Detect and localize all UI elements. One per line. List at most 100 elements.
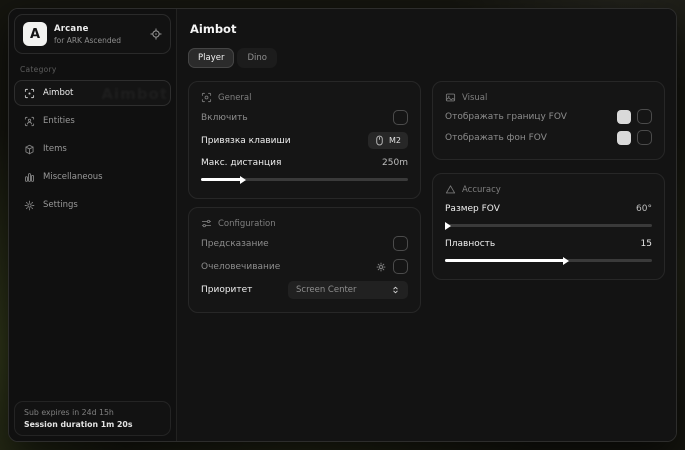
gear-icon (24, 200, 35, 211)
smoothness-label: Плавность (445, 239, 495, 249)
fov-border-label: Отображать границу FOV (445, 112, 567, 122)
humanize-label: Очеловечивание (201, 262, 280, 272)
app-logo: A (23, 22, 47, 46)
slider-thumb[interactable] (240, 176, 246, 184)
fov-bg-color-swatch[interactable] (617, 131, 631, 145)
enable-label: Включить (201, 113, 248, 123)
fov-size-slider[interactable] (445, 220, 652, 230)
sub-expires-text: Sub expires in 24d 15h (24, 408, 161, 417)
sidebar-spacer (14, 218, 171, 401)
general-card: General Включить Привязка клавиши (188, 81, 421, 199)
sidebar-item-label: Miscellaneous (43, 172, 103, 182)
sidebar-item-entities[interactable]: Entities (14, 108, 171, 134)
sidebar-item-label: Settings (43, 200, 78, 210)
distance-value: 250m (382, 158, 408, 168)
fov-bg-checkbox[interactable] (637, 130, 652, 145)
sidebar-item-miscellaneous[interactable]: Miscellaneous (14, 164, 171, 190)
sidebar: A Arcane for ARK Ascended Category (9, 9, 177, 441)
fov-border-checkbox[interactable] (637, 109, 652, 124)
slider-track (445, 224, 652, 227)
sidebar-item-aimbot[interactable]: Aimbot Aimbot (14, 80, 171, 106)
subscription-info: Sub expires in 24d 15h Session duration … (14, 401, 171, 436)
configuration-card: Configuration Предсказание Очеловечивани… (188, 207, 421, 313)
keybind-value: M2 (389, 136, 401, 145)
configuration-title: Configuration (218, 219, 276, 229)
settings-columns: General Включить Привязка клавиши (188, 81, 665, 313)
image-icon (445, 92, 456, 103)
visual-card: Visual Отображать границу FOV Отображать… (432, 81, 665, 160)
tab-bar: Player Dino (188, 48, 665, 68)
brand-text: Arcane for ARK Ascended (54, 24, 121, 45)
target-icon[interactable] (150, 28, 162, 40)
columns-icon (24, 172, 35, 183)
visual-title: Visual (462, 93, 487, 103)
enable-checkbox[interactable] (393, 110, 408, 125)
left-column: General Включить Привязка клавиши (188, 81, 421, 313)
fov-border-color-swatch[interactable] (617, 110, 631, 124)
general-title: General (218, 93, 252, 103)
fov-size-label: Размер FOV (445, 204, 500, 214)
cheat-window: A Arcane for ARK Ascended Category (8, 8, 677, 442)
smoothness-row: Плавность 15 (445, 233, 652, 254)
keybind-label: Привязка клавиши (201, 136, 291, 146)
focus-icon (201, 92, 212, 103)
priority-label: Приоритет (201, 285, 252, 295)
page-title: Aimbot (190, 22, 665, 36)
priority-dropdown[interactable]: Screen Center (288, 281, 408, 299)
configuration-header: Configuration (201, 218, 408, 229)
keybind-button[interactable]: M2 (368, 132, 408, 149)
prediction-label: Предсказание (201, 239, 269, 249)
humanize-gear-icon[interactable] (376, 262, 386, 272)
humanize-row: Очеловечивание (201, 255, 408, 278)
category-label: Category (14, 54, 171, 80)
general-header: General (201, 92, 408, 103)
smoothness-slider[interactable] (445, 255, 652, 265)
brand-card: A Arcane for ARK Ascended (14, 14, 171, 54)
session-duration-text: Session duration 1m 20s (24, 420, 161, 429)
sidebar-item-label: Items (43, 144, 67, 154)
chevron-updown-icon (391, 285, 400, 295)
fov-bg-label: Отображать фон FOV (445, 133, 547, 143)
tab-dino[interactable]: Dino (237, 48, 277, 68)
fov-border-row: Отображать границу FOV (445, 106, 652, 127)
accuracy-header: Accuracy (445, 184, 652, 195)
app-subtitle: for ARK Ascended (54, 36, 121, 45)
slider-thumb[interactable] (445, 222, 451, 230)
fov-bg-controls (617, 130, 652, 145)
main-content: Aimbot Player Dino (177, 9, 677, 441)
visual-header: Visual (445, 92, 652, 103)
fov-border-controls (617, 109, 652, 124)
distance-slider[interactable] (201, 174, 408, 184)
package-icon (24, 144, 35, 155)
right-column: Visual Отображать границу FOV Отображать… (432, 81, 665, 280)
distance-label: Макс. дистанция (201, 158, 281, 168)
sidebar-nav: Aimbot Aimbot Entities (14, 80, 171, 218)
game-background: A Arcane for ARK Ascended Category (0, 0, 685, 450)
sidebar-item-items[interactable]: Items (14, 136, 171, 162)
enable-row: Включить (201, 106, 408, 129)
sidebar-item-settings[interactable]: Settings (14, 192, 171, 218)
distance-row: Макс. дистанция 250m (201, 152, 408, 173)
accuracy-title: Accuracy (462, 185, 501, 195)
triangle-icon (445, 184, 456, 195)
keybind-row: Привязка клавиши M2 (201, 129, 408, 152)
slider-fill (445, 259, 565, 262)
mouse-icon (375, 135, 384, 146)
humanize-checkbox[interactable] (393, 259, 408, 274)
sidebar-item-label: Aimbot (43, 88, 73, 98)
prediction-row: Предсказание (201, 232, 408, 255)
slider-fill (201, 178, 242, 181)
prediction-checkbox[interactable] (393, 236, 408, 251)
fov-size-row: Размер FOV 60° (445, 198, 652, 219)
crosshair-icon (24, 88, 35, 99)
scan-person-icon (24, 116, 35, 127)
accuracy-card: Accuracy Размер FOV 60° Плавность (432, 173, 665, 280)
tab-player[interactable]: Player (188, 48, 234, 68)
smoothness-value: 15 (641, 239, 652, 249)
aimbot-watermark: Aimbot (101, 85, 168, 103)
priority-value: Screen Center (296, 285, 357, 295)
app-name: Arcane (54, 24, 121, 34)
slider-thumb[interactable] (563, 257, 569, 265)
fov-bg-row: Отображать фон FOV (445, 127, 652, 148)
priority-row: Приоритет Screen Center (201, 278, 408, 301)
